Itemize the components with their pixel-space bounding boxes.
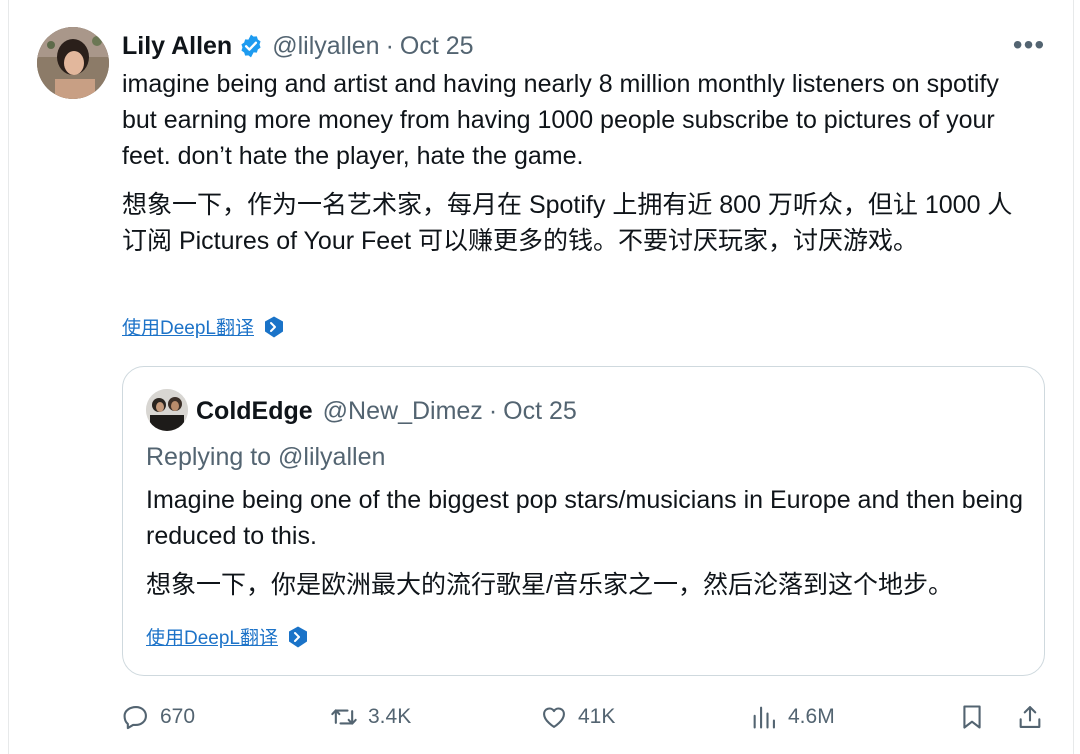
quote-date[interactable]: Oct 25 — [503, 397, 577, 426]
deepl-icon — [289, 626, 307, 647]
more-icon[interactable]: ••• — [1009, 29, 1049, 60]
action-bar: 670 3.4K 41K 4.6M — [122, 697, 1052, 737]
author-handle[interactable]: @lilyallen — [272, 32, 379, 61]
tweet-text: imagine being and artist and having near… — [122, 70, 999, 170]
separator-dot: · — [385, 31, 394, 60]
translate-link-label[interactable]: 使用DeepL翻译 — [122, 313, 254, 340]
views-icon — [753, 706, 775, 729]
quote-author-avatar[interactable] — [146, 389, 188, 431]
views-count: 4.6M — [788, 705, 835, 728]
separator-dot: · — [488, 396, 498, 425]
quoted-tweet[interactable]: ColdEdge @New_Dimez · Oct 25 Replying to… — [122, 366, 1045, 676]
retweet-button[interactable]: 3.4K — [330, 697, 411, 737]
quote-author-name[interactable]: ColdEdge — [196, 397, 313, 426]
author-name[interactable]: Lily Allen — [122, 32, 232, 61]
tweet-header: Lily Allen @lilyallen · Oct 25 — [122, 28, 474, 64]
reply-count: 670 — [160, 705, 196, 728]
translate-link[interactable]: 使用DeepL翻译 — [122, 313, 286, 340]
like-button[interactable]: 41K — [540, 697, 615, 737]
reply-icon — [123, 706, 147, 730]
quote-text: Imagine being one of the biggest pop sta… — [146, 486, 1023, 550]
share-button[interactable] — [1016, 697, 1054, 737]
quote-translate-link-label[interactable]: 使用DeepL翻译 — [146, 623, 278, 650]
retweet-icon — [331, 709, 357, 725]
bookmark-icon — [963, 705, 981, 729]
quote-header: ColdEdge @New_Dimez · Oct 25 — [196, 393, 577, 429]
author-avatar[interactable] — [37, 27, 109, 99]
bookmark-button[interactable] — [958, 697, 996, 737]
retweet-count: 3.4K — [368, 705, 412, 728]
quote-translation: 想象一下，你是欧洲最大的流行歌星/音乐家之一，然后沦落到这个地步。 — [146, 571, 953, 599]
like-count: 41K — [578, 705, 616, 728]
tweet-translation: 想象一下，作为一名艺术家，每月在 Spotify 上拥有近 800 万听众，但让… — [122, 191, 1013, 255]
like-icon — [543, 707, 565, 728]
tweet-date[interactable]: Oct 25 — [400, 32, 474, 61]
reply-button[interactable]: 670 — [122, 697, 195, 737]
quote-author-handle[interactable]: @New_Dimez — [323, 397, 483, 426]
views-button[interactable]: 4.6M — [750, 697, 835, 737]
verified-badge-icon — [241, 34, 261, 58]
deepl-icon — [265, 316, 283, 337]
share-icon — [1019, 706, 1041, 728]
replying-to: Replying to @lilyallen — [146, 443, 386, 471]
quote-translate-link[interactable]: 使用DeepL翻译 — [146, 623, 310, 650]
